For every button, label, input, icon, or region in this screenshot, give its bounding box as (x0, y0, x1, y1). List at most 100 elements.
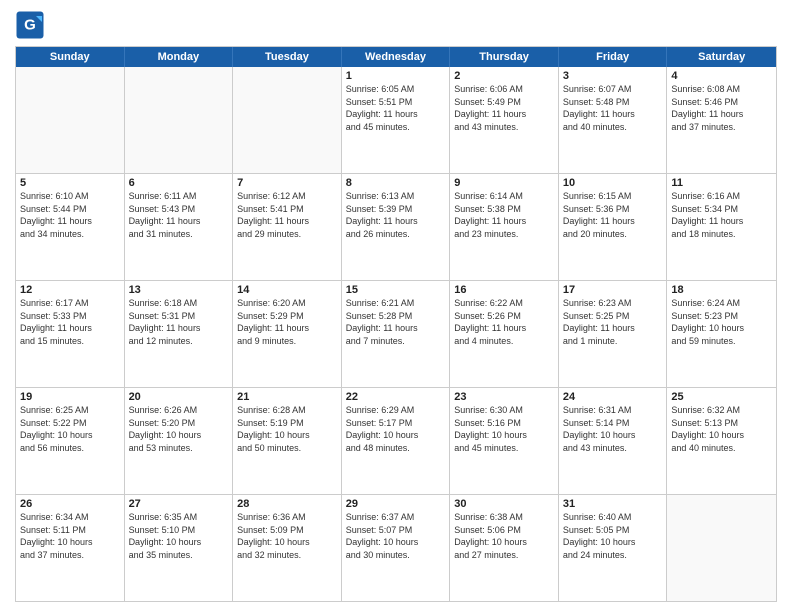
day-cell: 4Sunrise: 6:08 AM Sunset: 5:46 PM Daylig… (667, 67, 776, 173)
day-cell: 8Sunrise: 6:13 AM Sunset: 5:39 PM Daylig… (342, 174, 451, 280)
week-row-5: 26Sunrise: 6:34 AM Sunset: 5:11 PM Dayli… (16, 494, 776, 601)
day-number: 29 (346, 498, 446, 510)
day-cell: 1Sunrise: 6:05 AM Sunset: 5:51 PM Daylig… (342, 67, 451, 173)
day-cell: 19Sunrise: 6:25 AM Sunset: 5:22 PM Dayli… (16, 388, 125, 494)
day-cell: 31Sunrise: 6:40 AM Sunset: 5:05 PM Dayli… (559, 495, 668, 601)
day-header-thursday: Thursday (450, 47, 559, 67)
calendar: SundayMondayTuesdayWednesdayThursdayFrid… (15, 46, 777, 602)
svg-text:G: G (24, 17, 36, 34)
day-info: Sunrise: 6:10 AM Sunset: 5:44 PM Dayligh… (20, 190, 120, 240)
week-row-3: 12Sunrise: 6:17 AM Sunset: 5:33 PM Dayli… (16, 280, 776, 387)
day-info: Sunrise: 6:37 AM Sunset: 5:07 PM Dayligh… (346, 511, 446, 561)
day-cell (16, 67, 125, 173)
day-number: 7 (237, 177, 337, 189)
day-number: 19 (20, 391, 120, 403)
day-cell: 6Sunrise: 6:11 AM Sunset: 5:43 PM Daylig… (125, 174, 234, 280)
day-cell: 20Sunrise: 6:26 AM Sunset: 5:20 PM Dayli… (125, 388, 234, 494)
day-cell: 23Sunrise: 6:30 AM Sunset: 5:16 PM Dayli… (450, 388, 559, 494)
day-number: 14 (237, 284, 337, 296)
day-cell: 18Sunrise: 6:24 AM Sunset: 5:23 PM Dayli… (667, 281, 776, 387)
day-info: Sunrise: 6:24 AM Sunset: 5:23 PM Dayligh… (671, 297, 772, 347)
week-row-1: 1Sunrise: 6:05 AM Sunset: 5:51 PM Daylig… (16, 67, 776, 173)
day-number: 3 (563, 70, 663, 82)
day-info: Sunrise: 6:35 AM Sunset: 5:10 PM Dayligh… (129, 511, 229, 561)
day-cell: 13Sunrise: 6:18 AM Sunset: 5:31 PM Dayli… (125, 281, 234, 387)
day-number: 6 (129, 177, 229, 189)
day-cell: 7Sunrise: 6:12 AM Sunset: 5:41 PM Daylig… (233, 174, 342, 280)
day-number: 4 (671, 70, 772, 82)
day-info: Sunrise: 6:30 AM Sunset: 5:16 PM Dayligh… (454, 404, 554, 454)
day-number: 10 (563, 177, 663, 189)
day-cell: 5Sunrise: 6:10 AM Sunset: 5:44 PM Daylig… (16, 174, 125, 280)
day-number: 23 (454, 391, 554, 403)
day-info: Sunrise: 6:29 AM Sunset: 5:17 PM Dayligh… (346, 404, 446, 454)
day-cell (667, 495, 776, 601)
day-number: 26 (20, 498, 120, 510)
day-info: Sunrise: 6:17 AM Sunset: 5:33 PM Dayligh… (20, 297, 120, 347)
day-info: Sunrise: 6:15 AM Sunset: 5:36 PM Dayligh… (563, 190, 663, 240)
logo: G (15, 10, 49, 40)
day-info: Sunrise: 6:18 AM Sunset: 5:31 PM Dayligh… (129, 297, 229, 347)
day-info: Sunrise: 6:23 AM Sunset: 5:25 PM Dayligh… (563, 297, 663, 347)
day-cell (233, 67, 342, 173)
day-number: 11 (671, 177, 772, 189)
day-number: 1 (346, 70, 446, 82)
day-cell: 15Sunrise: 6:21 AM Sunset: 5:28 PM Dayli… (342, 281, 451, 387)
day-number: 18 (671, 284, 772, 296)
day-info: Sunrise: 6:36 AM Sunset: 5:09 PM Dayligh… (237, 511, 337, 561)
calendar-container: G SundayMondayTuesdayWednesdayThursdayFr… (0, 0, 792, 612)
day-number: 17 (563, 284, 663, 296)
day-cell: 30Sunrise: 6:38 AM Sunset: 5:06 PM Dayli… (450, 495, 559, 601)
day-number: 5 (20, 177, 120, 189)
day-info: Sunrise: 6:25 AM Sunset: 5:22 PM Dayligh… (20, 404, 120, 454)
day-cell: 27Sunrise: 6:35 AM Sunset: 5:10 PM Dayli… (125, 495, 234, 601)
day-number: 20 (129, 391, 229, 403)
day-cell: 3Sunrise: 6:07 AM Sunset: 5:48 PM Daylig… (559, 67, 668, 173)
day-number: 27 (129, 498, 229, 510)
calendar-body: 1Sunrise: 6:05 AM Sunset: 5:51 PM Daylig… (16, 67, 776, 601)
week-row-2: 5Sunrise: 6:10 AM Sunset: 5:44 PM Daylig… (16, 173, 776, 280)
day-info: Sunrise: 6:34 AM Sunset: 5:11 PM Dayligh… (20, 511, 120, 561)
day-info: Sunrise: 6:21 AM Sunset: 5:28 PM Dayligh… (346, 297, 446, 347)
day-header-friday: Friday (559, 47, 668, 67)
day-info: Sunrise: 6:31 AM Sunset: 5:14 PM Dayligh… (563, 404, 663, 454)
day-cell: 29Sunrise: 6:37 AM Sunset: 5:07 PM Dayli… (342, 495, 451, 601)
day-info: Sunrise: 6:14 AM Sunset: 5:38 PM Dayligh… (454, 190, 554, 240)
day-number: 28 (237, 498, 337, 510)
day-number: 12 (20, 284, 120, 296)
day-info: Sunrise: 6:11 AM Sunset: 5:43 PM Dayligh… (129, 190, 229, 240)
day-info: Sunrise: 6:22 AM Sunset: 5:26 PM Dayligh… (454, 297, 554, 347)
day-info: Sunrise: 6:13 AM Sunset: 5:39 PM Dayligh… (346, 190, 446, 240)
day-number: 21 (237, 391, 337, 403)
day-number: 15 (346, 284, 446, 296)
day-cell: 14Sunrise: 6:20 AM Sunset: 5:29 PM Dayli… (233, 281, 342, 387)
day-number: 9 (454, 177, 554, 189)
day-header-tuesday: Tuesday (233, 47, 342, 67)
header: G (15, 10, 777, 40)
day-cell (125, 67, 234, 173)
day-cell: 2Sunrise: 6:06 AM Sunset: 5:49 PM Daylig… (450, 67, 559, 173)
day-cell: 12Sunrise: 6:17 AM Sunset: 5:33 PM Dayli… (16, 281, 125, 387)
day-cell: 17Sunrise: 6:23 AM Sunset: 5:25 PM Dayli… (559, 281, 668, 387)
day-cell: 28Sunrise: 6:36 AM Sunset: 5:09 PM Dayli… (233, 495, 342, 601)
day-cell: 22Sunrise: 6:29 AM Sunset: 5:17 PM Dayli… (342, 388, 451, 494)
day-header-saturday: Saturday (667, 47, 776, 67)
day-info: Sunrise: 6:07 AM Sunset: 5:48 PM Dayligh… (563, 83, 663, 133)
day-info: Sunrise: 6:40 AM Sunset: 5:05 PM Dayligh… (563, 511, 663, 561)
day-info: Sunrise: 6:20 AM Sunset: 5:29 PM Dayligh… (237, 297, 337, 347)
day-info: Sunrise: 6:12 AM Sunset: 5:41 PM Dayligh… (237, 190, 337, 240)
day-info: Sunrise: 6:16 AM Sunset: 5:34 PM Dayligh… (671, 190, 772, 240)
day-number: 13 (129, 284, 229, 296)
day-header-monday: Monday (125, 47, 234, 67)
day-info: Sunrise: 6:28 AM Sunset: 5:19 PM Dayligh… (237, 404, 337, 454)
day-cell: 24Sunrise: 6:31 AM Sunset: 5:14 PM Dayli… (559, 388, 668, 494)
day-number: 22 (346, 391, 446, 403)
day-cell: 16Sunrise: 6:22 AM Sunset: 5:26 PM Dayli… (450, 281, 559, 387)
day-number: 25 (671, 391, 772, 403)
day-header-wednesday: Wednesday (342, 47, 451, 67)
day-cell: 25Sunrise: 6:32 AM Sunset: 5:13 PM Dayli… (667, 388, 776, 494)
day-number: 16 (454, 284, 554, 296)
day-header-sunday: Sunday (16, 47, 125, 67)
day-info: Sunrise: 6:05 AM Sunset: 5:51 PM Dayligh… (346, 83, 446, 133)
day-cell: 9Sunrise: 6:14 AM Sunset: 5:38 PM Daylig… (450, 174, 559, 280)
